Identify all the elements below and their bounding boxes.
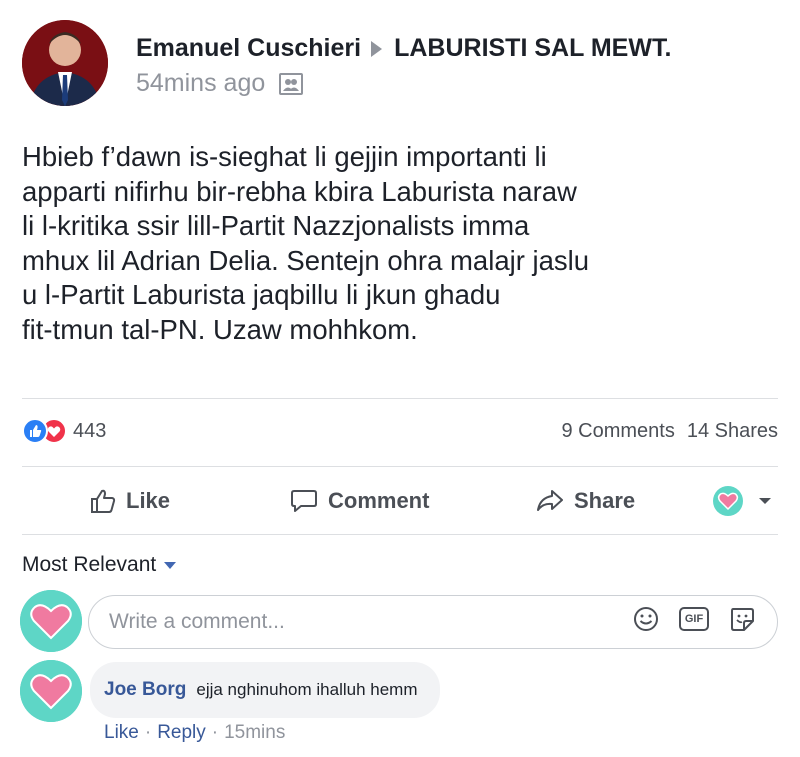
divider — [22, 398, 778, 399]
comment-timestamp[interactable]: 15mins — [224, 722, 285, 744]
comments-count-link[interactable]: 9 Comments — [561, 420, 674, 443]
current-user-avatar[interactable] — [20, 590, 82, 652]
page-badge-icon — [713, 486, 743, 516]
share-arrow-icon — [537, 490, 563, 511]
post-timestamp[interactable]: 54mins ago — [136, 69, 265, 98]
like-reaction-icon — [22, 418, 48, 444]
post-text-line: li l-kritika ssir lill-Partit Nazzjonali… — [22, 210, 530, 241]
post-text-line: mhux lil Adrian Delia. Sentejn ohra mala… — [22, 244, 590, 276]
like-button[interactable]: Like — [90, 470, 170, 532]
post-header: Emanuel Cuschieri LABURISTI SAL MEWT. 54… — [22, 20, 782, 112]
comment-author[interactable]: Joe Borg — [104, 679, 186, 701]
comment-button-label: Comment — [328, 488, 430, 513]
emoji-icon[interactable] — [633, 606, 659, 632]
post-text: Hbieb f’dawn is-sieghat li gejjin import… — [22, 140, 782, 347]
comment-text: ejja nghinuhom ihalluh hemm — [196, 680, 418, 699]
group-icon — [279, 72, 304, 95]
comment-composer[interactable]: GIF — [88, 595, 778, 649]
reaction-count: 443 — [73, 419, 107, 442]
speech-bubble-icon — [291, 490, 317, 512]
post-text-line: Hbieb f’dawn is-sieghat li gejjin import… — [22, 141, 547, 172]
comment-actions: Like · Reply · 15mins — [104, 722, 285, 744]
share-button[interactable]: Share — [536, 470, 635, 532]
comment-input[interactable] — [109, 610, 589, 634]
reactions-summary[interactable]: 443 — [22, 418, 106, 444]
separator-dot: · — [211, 722, 219, 743]
post-text-line: fit-tmun tal-PN. Uzaw mohhkom. — [22, 313, 418, 345]
comment-sort-dropdown[interactable]: Most Relevant — [22, 553, 177, 577]
post-action-bar: Like Comment Share — [22, 470, 778, 532]
comment-reply-link[interactable]: Reply — [157, 722, 206, 744]
divider — [22, 534, 778, 535]
divider — [22, 466, 778, 467]
caret-down-icon — [164, 561, 177, 569]
comment-sort-label: Most Relevant — [22, 553, 157, 576]
shares-count-link[interactable]: 14 Shares — [687, 420, 778, 443]
shared-to-arrow-icon — [371, 40, 383, 57]
post-stats: 9 Comments 14 Shares — [561, 420, 778, 443]
sticker-icon[interactable] — [729, 606, 755, 632]
group-name[interactable]: LABURISTI SAL MEWT. — [394, 34, 671, 63]
author-avatar[interactable] — [22, 20, 108, 106]
gif-icon[interactable]: GIF — [679, 607, 709, 631]
post-text-line: u l-Partit Laburista jaqbillu li jkun gh… — [22, 279, 501, 310]
commenter-avatar[interactable] — [20, 660, 82, 722]
page-identity-selector[interactable] — [712, 470, 782, 532]
post-text-line: apparti nifirhu bir-rebha kbira Laburist… — [22, 175, 577, 207]
thumbs-up-icon — [91, 489, 116, 513]
comment-bubble: Joe Borg ejja nghinuhom ihalluh hemm — [90, 662, 440, 718]
like-button-label: Like — [126, 488, 171, 513]
author-name[interactable]: Emanuel Cuschieri — [136, 34, 361, 63]
chevron-down-icon — [759, 498, 771, 504]
gif-icon-label: GIF — [684, 613, 704, 625]
share-button-label: Share — [574, 488, 636, 513]
separator-dot: · — [144, 722, 152, 743]
comment-like-link[interactable]: Like — [104, 722, 139, 744]
comment-button[interactable]: Comment — [290, 470, 429, 532]
